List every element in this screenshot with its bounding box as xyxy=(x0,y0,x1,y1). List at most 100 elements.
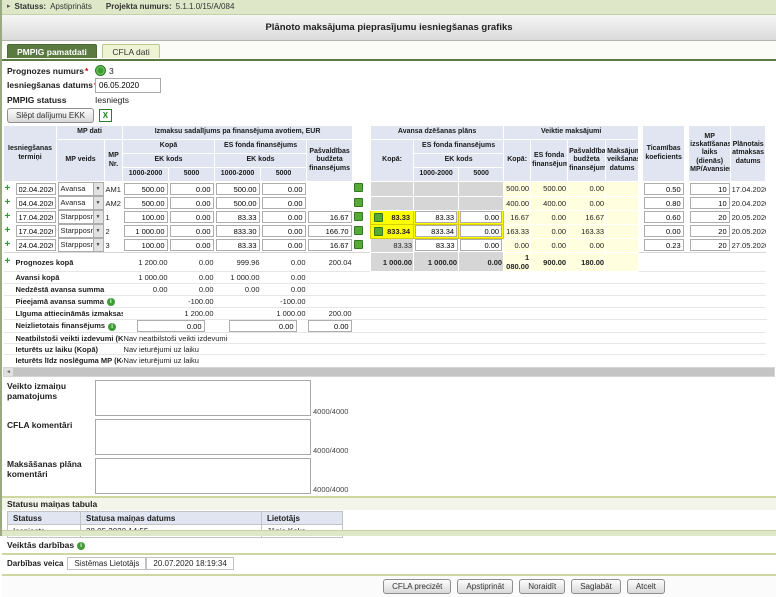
kopa-5000-input[interactable] xyxy=(170,239,214,251)
planotais-datums: 17.04.2020 xyxy=(731,182,766,197)
expand-icon[interactable] xyxy=(77,542,85,550)
kopa-1000-input[interactable] xyxy=(124,197,168,209)
pasvaldibas-input[interactable] xyxy=(308,225,352,237)
es-1000-input[interactable] xyxy=(216,183,260,195)
note-icon[interactable] xyxy=(354,198,363,207)
mp-veids-select[interactable]: Starpposma xyxy=(58,210,104,224)
tab-cfla-dati[interactable]: CFLA dati xyxy=(102,44,159,58)
table-row: Starpposma 2 833.34 163.33 0.00 163.33 2… xyxy=(4,224,768,238)
neizlietotais-label: Neizlietotais finansējums xyxy=(16,321,106,330)
saglabat-button[interactable]: Saglabāt xyxy=(571,579,621,594)
add-row-icon[interactable] xyxy=(5,226,11,236)
prognozes-label: Prognozes numurs xyxy=(7,66,84,76)
ticamibas-input[interactable] xyxy=(644,183,684,195)
veiktie-kopa-cell: 400.00 xyxy=(504,196,531,210)
neizlietotais-es-input[interactable] xyxy=(229,320,297,332)
ticamibas-input[interactable] xyxy=(644,239,684,251)
info-icon[interactable] xyxy=(374,227,383,236)
kopa-5000-input[interactable] xyxy=(170,211,214,223)
mp-laiks-input[interactable] xyxy=(690,239,730,251)
es-5000-input[interactable] xyxy=(262,197,306,209)
avansa-1000-input[interactable] xyxy=(415,211,457,223)
mp-veids-select[interactable]: Starpposma xyxy=(58,238,104,252)
mp-laiks-input[interactable] xyxy=(690,211,730,223)
es-5000-input[interactable] xyxy=(262,211,306,223)
es-1000-input[interactable] xyxy=(216,211,260,223)
pasvaldibas-input[interactable] xyxy=(308,239,352,251)
avansa-1000-input[interactable] xyxy=(415,225,457,237)
noraidit-button[interactable]: Noraidīt xyxy=(519,579,565,594)
atcelt-button[interactable]: Atcelt xyxy=(627,579,665,594)
add-row-icon[interactable] xyxy=(5,184,11,194)
add-row-icon[interactable] xyxy=(5,212,11,222)
es-5000-input[interactable] xyxy=(262,225,306,237)
note-icon[interactable] xyxy=(354,226,363,235)
info-icon[interactable] xyxy=(374,213,383,222)
add-row-icon[interactable] xyxy=(5,198,11,208)
kopa-5000-input[interactable] xyxy=(170,225,214,237)
cfla-precizet-button[interactable]: CFLA precizēt xyxy=(383,579,451,594)
termini-date-input[interactable] xyxy=(16,239,56,251)
maksasanas-plana-textarea[interactable] xyxy=(95,458,311,494)
es-5000-input[interactable] xyxy=(262,239,306,251)
excel-export-icon[interactable] xyxy=(99,109,112,122)
kopa-1000-input[interactable] xyxy=(124,183,168,195)
scrollbar-thumb[interactable] xyxy=(14,368,774,376)
ticamibas-input[interactable] xyxy=(644,225,684,237)
add-row-icon[interactable] xyxy=(5,257,11,267)
tab-pmpig-pamatdati[interactable]: PMPIG pamatdati xyxy=(7,44,97,58)
info-icon[interactable] xyxy=(107,298,115,306)
horizontal-scrollbar[interactable] xyxy=(3,367,775,377)
veiktie-pasv-cell: 163.33 xyxy=(568,224,606,238)
termini-date-input[interactable] xyxy=(16,197,56,209)
es-5000-input[interactable] xyxy=(262,183,306,195)
summary-row: Avansi kopā 1 000.00 0.00 1 000.00 0.00 xyxy=(4,272,768,284)
es-1000-input[interactable] xyxy=(216,239,260,251)
termini-date-input[interactable] xyxy=(16,225,56,237)
note-icon[interactable] xyxy=(354,183,363,192)
note-icon[interactable] xyxy=(354,212,363,221)
apstiprinat-button[interactable]: Apstiprināt xyxy=(457,579,513,594)
veiktie-kopa-cell: 0.00 xyxy=(504,238,531,253)
pasvaldibas-input[interactable] xyxy=(308,211,352,223)
mp-laiks-input[interactable] xyxy=(690,183,730,195)
mp-veids-select[interactable]: Avansa xyxy=(58,196,104,210)
note-icon[interactable] xyxy=(354,240,363,249)
veikto-izmainu-textarea[interactable] xyxy=(95,380,311,416)
mp-laiks-input[interactable] xyxy=(690,197,730,209)
kopa-1000-input[interactable] xyxy=(124,211,168,223)
project-number-value: 5.1.1.0/15/A/084 xyxy=(176,0,235,14)
neizlietotais-pasv-input[interactable] xyxy=(308,320,352,332)
add-row-icon[interactable] xyxy=(5,240,11,250)
es-1000-input[interactable] xyxy=(216,225,260,237)
kopa-1000-input[interactable] xyxy=(124,225,168,237)
ticamibas-input[interactable] xyxy=(644,211,684,223)
slept-dalijumu-ekk-button[interactable]: Slēpt dalījumu EKK xyxy=(7,108,94,123)
col-lietotajs: Lietotājs xyxy=(262,512,343,525)
mp-veids-select[interactable]: Starpposma xyxy=(58,224,104,238)
cfla-komentari-textarea[interactable] xyxy=(95,419,311,455)
avansa-5000-input[interactable] xyxy=(460,211,502,223)
collapse-icon[interactable]: ▸ xyxy=(7,0,11,14)
avansa-1000-input[interactable] xyxy=(415,239,458,251)
status-value: Apstiprināts xyxy=(50,0,92,14)
iesniegsanas-datums-input[interactable] xyxy=(95,78,161,93)
termini-date-input[interactable] xyxy=(16,183,56,195)
scroll-left-icon[interactable] xyxy=(4,368,14,376)
mp-veids-select[interactable]: Avansa xyxy=(58,182,104,196)
maks-datums-cell xyxy=(606,238,639,253)
ticamibas-input[interactable] xyxy=(644,197,684,209)
avansa-5000-input[interactable] xyxy=(460,225,502,237)
info-icon[interactable] xyxy=(108,323,116,331)
avansa-5000-input[interactable] xyxy=(460,239,503,251)
neizlietotais-kopa-input[interactable] xyxy=(137,320,205,332)
veiktie-pasv-cell: 0.00 xyxy=(568,238,606,253)
termini-date-input[interactable] xyxy=(16,211,56,223)
col-veiktie: Veiktie maksājumi xyxy=(504,126,639,140)
es-1000-input[interactable] xyxy=(216,197,260,209)
kopa-1000-input[interactable] xyxy=(124,239,168,251)
kopa-5000-input[interactable] xyxy=(170,197,214,209)
table-row: Starpposma 3 83.33 0.00 0.00 0.00 27.05.… xyxy=(4,238,768,253)
mp-laiks-input[interactable] xyxy=(690,225,730,237)
kopa-5000-input[interactable] xyxy=(170,183,214,195)
